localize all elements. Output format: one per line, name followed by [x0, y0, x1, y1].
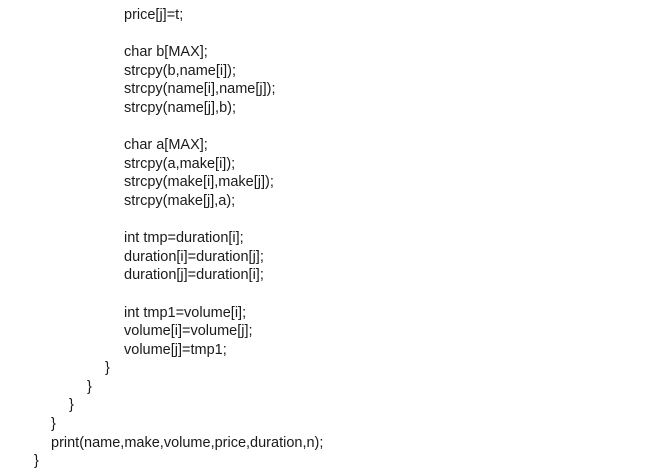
blank-code-line — [0, 118, 649, 137]
blank-code-line — [0, 211, 649, 230]
code-line: strcpy(make[j],a); — [124, 192, 236, 209]
code-line: } — [34, 453, 39, 470]
code-line: duration[i]=duration[j]; — [124, 248, 264, 265]
code-line: } — [105, 360, 110, 377]
code-line: strcpy(a,make[i]); — [124, 155, 236, 172]
code-line: price[j]=t; — [124, 7, 184, 23]
code-line: char a[MAX]; — [124, 137, 208, 154]
code-line: char b[MAX]; — [124, 44, 208, 61]
code-line: } — [87, 378, 92, 395]
code-line: volume[i]=volume[j]; — [124, 323, 253, 340]
code-line: strcpy(b,name[i]); — [124, 62, 236, 79]
code-line: } — [51, 416, 56, 433]
code-line: print(name,make,volume,price,duration,n)… — [51, 434, 324, 451]
code-line: strcpy(name[i],name[j]); — [124, 81, 276, 98]
blank-code-line — [0, 25, 649, 44]
code-line: int tmp=duration[i]; — [124, 230, 244, 247]
code-block: price[j]=t; char b[MAX]; strcpy(b,name[i])… — [0, 6, 649, 471]
code-line: } — [69, 397, 74, 414]
blank-code-line — [0, 285, 649, 304]
code-line: strcpy(name[j],b); — [124, 99, 236, 116]
code-line: strcpy(make[i],make[j]); — [124, 174, 274, 191]
code-line: int tmp1=volume[i]; — [124, 304, 247, 321]
code-line: duration[j]=duration[i]; — [124, 267, 264, 284]
code-line: volume[j]=tmp1; — [124, 341, 227, 358]
